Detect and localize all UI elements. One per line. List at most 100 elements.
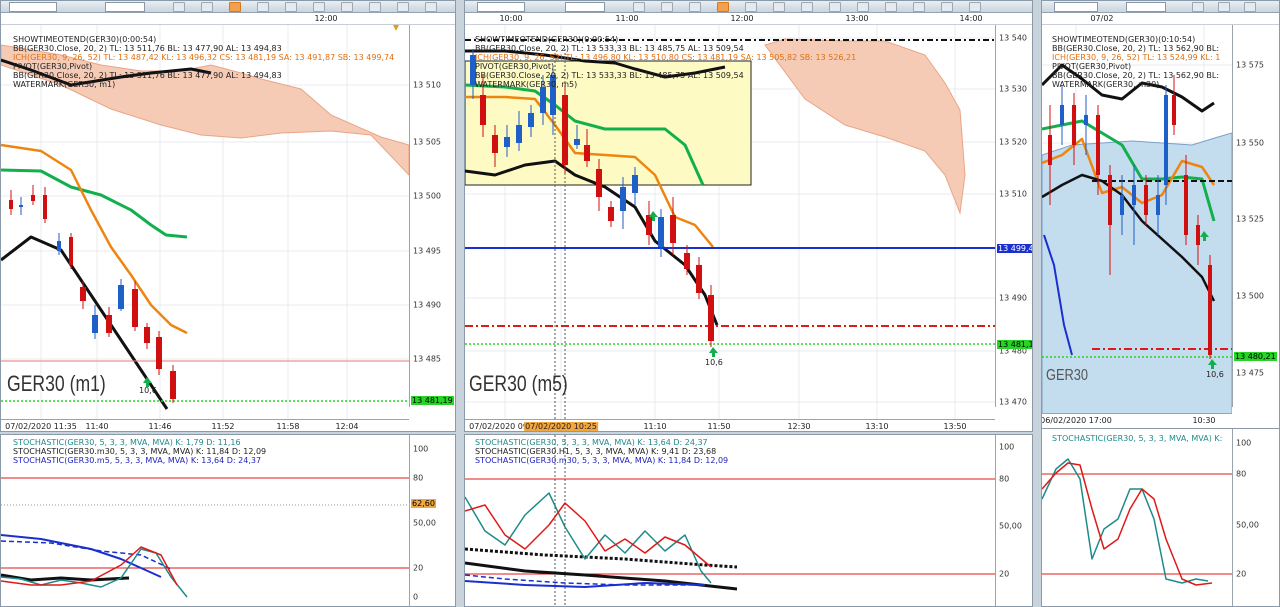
candle-body: [80, 287, 86, 301]
bb-middle-band: [1, 168, 188, 239]
chart-type-icon[interactable]: [173, 2, 185, 12]
legend-line: BB(GER30.Close, 20, 2) TL: 13 511,76 BL:…: [13, 44, 282, 53]
crosshair-icon[interactable]: [229, 2, 241, 12]
price-tick: 13 490: [999, 293, 1027, 303]
legend-line: PIVOT(GER30,Pivot): [475, 62, 555, 71]
window-icon[interactable]: [885, 2, 897, 12]
candle-body: [584, 145, 590, 161]
print-icon[interactable]: [397, 2, 409, 12]
stochastic-axis: 100 80 50,00 20: [995, 435, 1032, 606]
pivot-price-tag: 13 499,49: [997, 244, 1032, 253]
stochastic-pane-m5[interactable]: STOCHASTIC(GER30, 5, 3, 3, MVA, MVA) K: …: [464, 434, 1033, 607]
draw-icon[interactable]: [285, 2, 297, 12]
indicator-icon[interactable]: [257, 2, 269, 12]
stochastic-legend: STOCHASTIC(GER30, 5, 3, 3, MVA, MVA) K: …: [13, 438, 266, 465]
symbol-select[interactable]: [9, 2, 57, 12]
trade-icon[interactable]: [341, 2, 353, 12]
price-tick: 13 575: [1236, 60, 1264, 70]
legend-line: STOCHASTIC(GER30.H1, 5, 3, 3, MVA, MVA) …: [475, 447, 717, 456]
time-tick: 10:30: [1192, 416, 1216, 425]
candle-body: [1096, 115, 1100, 175]
candle-body: [528, 113, 534, 127]
legend-line: ICH(GER30, 9, 26, 52) TL: 13 487,42 KL: …: [13, 53, 395, 62]
stoch-tick: 100: [1236, 438, 1252, 448]
candle-body: [1048, 135, 1052, 165]
indicator-legend: SHOWTIMEOTEND(GER30)(0:00:54) BB(GER30.Cl…: [475, 35, 856, 89]
template-icon[interactable]: [313, 2, 325, 12]
zoom-icon[interactable]: [661, 2, 673, 12]
candle-body: [696, 265, 702, 293]
timeframe-select[interactable]: [565, 2, 605, 12]
candle-body: [670, 215, 676, 243]
stoch-tick: 20: [413, 563, 424, 573]
symbol-select[interactable]: [1054, 2, 1098, 12]
timeframe-select[interactable]: [1126, 2, 1166, 12]
candle-body: [1144, 185, 1148, 215]
price-tick: 13 520: [999, 137, 1027, 147]
price-tick: 13 525: [1236, 214, 1264, 224]
legend-line: BB(GER30.Close, 20, 2) TL: 13 533,33 BL:…: [475, 44, 744, 53]
legend-line: STOCHASTIC(GER30, 5, 3, 3, MVA, MVA) K:: [1052, 434, 1223, 443]
candle-body: [562, 95, 568, 165]
chart-type-icon[interactable]: [1192, 2, 1204, 12]
legend-line: BB(GER30.Close, 20, 2) TL: 13 533,33 BL:…: [475, 71, 744, 80]
print-icon[interactable]: [857, 2, 869, 12]
price-axis: 13 575 13 550 13 525 13 500 13 475 13 48…: [1232, 25, 1279, 407]
timeframe-select[interactable]: [105, 2, 145, 12]
trade-icon[interactable]: [801, 2, 813, 12]
time-tick: 11:58: [276, 422, 300, 431]
zoom-icon[interactable]: [201, 2, 213, 12]
export-icon[interactable]: [913, 2, 925, 12]
stoch-tick: 80: [1236, 469, 1247, 479]
settings-icon[interactable]: [369, 2, 381, 12]
price-tick: 13 510: [999, 189, 1027, 199]
layout-icon[interactable]: [969, 2, 981, 12]
candle-body: [1060, 105, 1064, 125]
candle-body: [480, 95, 486, 125]
price-tick: 13 490: [413, 300, 441, 310]
settings-icon[interactable]: [829, 2, 841, 12]
price-tick: 13 540: [999, 33, 1027, 43]
indicator-icon[interactable]: [717, 2, 729, 12]
settings-icon[interactable]: [1244, 2, 1256, 12]
top-time-label: 12:00: [730, 14, 754, 23]
candle-body: [1072, 105, 1076, 145]
stochastic-plot-m30[interactable]: [1042, 429, 1232, 607]
legend-line: PIVOT(GER30,Pivot): [13, 62, 93, 71]
legend-line: SHOWTIMEOTEND(GER30)(0:10:54): [1052, 35, 1196, 44]
stoch-tick: 50,00: [999, 521, 1022, 531]
alert-icon[interactable]: [941, 2, 953, 12]
stochastic-pane-m1[interactable]: STOCHASTIC(GER30, 5, 3, 3, MVA, MVA) K: …: [0, 434, 456, 607]
signal-value: 10,6: [705, 358, 723, 367]
stoch-tick: 80: [413, 473, 424, 483]
window-icon[interactable]: [425, 2, 437, 12]
symbol-watermark: GER30: [1046, 367, 1088, 384]
stochastic-pane-m30[interactable]: STOCHASTIC(GER30, 5, 3, 3, MVA, MVA) K: …: [1041, 428, 1280, 607]
time-tick: 13:50: [943, 422, 967, 431]
candle-body: [684, 253, 690, 269]
legend-line: WATERMARK(GER30, m5): [475, 80, 578, 89]
crosshair-icon[interactable]: [689, 2, 701, 12]
symbol-select[interactable]: [477, 2, 525, 12]
zoom-icon[interactable]: [1218, 2, 1230, 12]
top-time-axis: 07/02: [1042, 13, 1279, 25]
chart-pane-m5[interactable]: 10:00 11:00 12:00 13:00 14:00 SHOWTIMEOT…: [464, 0, 1033, 432]
time-axis: 07/02/2020 11:35 11:40 11:46 11:52 11:58…: [1, 419, 409, 431]
chart-pane-m1[interactable]: 12:00 SHOWTIMEOTEND(GER30)(0:00:54) BB(GE…: [0, 0, 456, 432]
chart-type-icon[interactable]: [633, 2, 645, 12]
draw-icon[interactable]: [745, 2, 757, 12]
chart-pane-m30[interactable]: 07/02 SHOWTIMEOTEND(GER30)(0:10:54) BB(GE…: [1041, 0, 1280, 432]
legend-line: STOCHASTIC(GER30.m30, 5, 3, 3, MVA, MVA)…: [13, 447, 267, 456]
stoch-tick: 20: [1236, 569, 1247, 579]
candle-body: [620, 187, 626, 211]
price-tick: 13 475: [1236, 368, 1264, 378]
time-tick: 07/02/2020 11:35: [5, 422, 77, 431]
price-tick: 13 500: [413, 191, 441, 201]
candle-body: [608, 207, 614, 221]
template-icon[interactable]: [773, 2, 785, 12]
stoch-tick: 80: [999, 474, 1010, 484]
time-tick: 11:52: [211, 422, 235, 431]
chart-toolbar: [465, 1, 1032, 13]
candle-body: [658, 217, 664, 247]
stoch-k-line: [465, 492, 712, 584]
